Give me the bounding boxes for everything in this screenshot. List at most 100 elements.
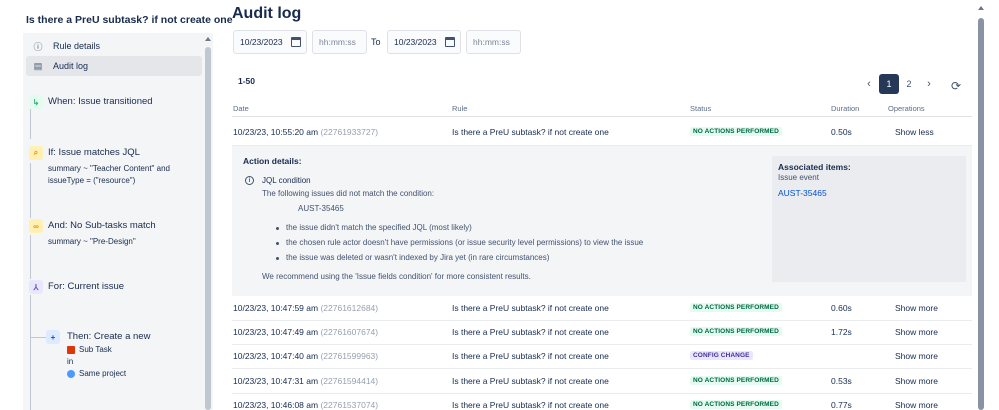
header-divider xyxy=(232,116,972,117)
action-title: Then: Create a new xyxy=(67,331,151,342)
table-row: 10/23/23, 10:55:20 am (22761933727) Is t… xyxy=(232,120,972,144)
flow-connector xyxy=(30,235,31,279)
row-date-text: 10/23/23, 10:55:20 am xyxy=(233,127,319,137)
status-badge: NO ACTIONS PERFORMED xyxy=(690,376,782,385)
search-icon: ⌕ xyxy=(29,146,43,160)
bullet-dot xyxy=(276,242,279,245)
sidebar-scroll-thumb[interactable] xyxy=(205,47,211,410)
row-id: (22761537074) xyxy=(320,400,379,410)
link-icon: ∞ xyxy=(29,219,43,233)
page-button-2[interactable]: 2 xyxy=(900,74,918,94)
refresh-icon[interactable]: ⟳ xyxy=(951,79,961,93)
condition-title: And: No Sub-tasks match xyxy=(48,220,156,231)
row-duration: 0.50s xyxy=(831,127,852,137)
bullet-dot xyxy=(276,257,279,260)
from-time-placeholder: hh:mm:ss xyxy=(319,37,356,47)
status-badge: NO ACTIONS PERFORMED xyxy=(690,303,782,312)
row-date: 10/23/23, 10:47:59 am (22761612684) xyxy=(233,303,378,313)
nav-audit-log[interactable]: ▤ Audit log xyxy=(26,56,202,76)
to-time-field[interactable]: hh:mm:ss xyxy=(466,30,521,54)
row-date: 10/23/23, 10:47:49 am (22761607674) xyxy=(233,327,378,337)
scroll-up-icon[interactable] xyxy=(205,37,211,41)
flow-connector xyxy=(30,295,31,410)
show-more-link[interactable]: Show more xyxy=(895,351,938,361)
condition-jql-line: issueType = ("resource") xyxy=(48,176,136,185)
document-icon: ▤ xyxy=(33,60,43,71)
result-range: 1-50 xyxy=(238,76,256,86)
from-date-field[interactable]: 10/23/2023 xyxy=(233,30,307,54)
column-header-operations: Operations xyxy=(888,104,925,113)
show-less-link[interactable]: Show less xyxy=(895,127,934,137)
audit-log-panel: Audit log 10/23/2023 hh:mm:ss To 10/23/2… xyxy=(232,0,972,410)
reason-item: the issue was deleted or wasn't indexed … xyxy=(286,253,550,262)
recommendation-text: We recommend using the 'Issue fields con… xyxy=(262,272,531,281)
trigger-title: When: Issue transitioned xyxy=(48,96,153,107)
action-details-panel: Action details: i JQL condition The foll… xyxy=(232,146,972,296)
page-scrollbar[interactable] xyxy=(977,0,987,410)
row-rule: Is there a PreU subtask? if not create o… xyxy=(452,303,609,313)
condition-title: If: Issue matches JQL xyxy=(48,147,140,158)
plus-icon: + xyxy=(46,330,60,344)
row-id: (22761612684) xyxy=(320,303,379,313)
action-project-label: Same project xyxy=(79,369,127,378)
page-scroll-thumb[interactable] xyxy=(978,18,984,410)
sidebar-scrollbar[interactable] xyxy=(203,33,213,410)
flow-connector xyxy=(30,109,31,139)
row-date-text: 10/23/23, 10:47:49 am xyxy=(233,327,319,337)
row-date-text: 10/23/23, 10:46:08 am xyxy=(233,400,319,410)
show-more-link[interactable]: Show more xyxy=(895,376,938,386)
row-id: (22761599963) xyxy=(320,351,379,361)
rule-sidebar: Is there a PreU subtask? if not create o… xyxy=(0,0,233,410)
action-project: Same project xyxy=(67,368,213,380)
to-date-field[interactable]: 10/23/2023 xyxy=(387,30,461,54)
calendar-icon[interactable] xyxy=(291,37,301,47)
row-date: 10/23/23, 10:47:40 am (22761599963) xyxy=(233,351,378,361)
column-header-rule: Rule xyxy=(452,104,468,113)
to-time-placeholder: hh:mm:ss xyxy=(473,37,510,47)
show-more-link[interactable]: Show more xyxy=(895,327,938,337)
associated-items-panel: Associated items: Issue event AUST-35465 xyxy=(772,156,966,282)
from-time-field[interactable]: hh:mm:ss xyxy=(312,30,367,54)
nav-rule-details[interactable]: ⓘ Rule details xyxy=(26,36,202,56)
calendar-icon[interactable] xyxy=(445,37,455,47)
row-date: 10/23/23, 10:55:20 am (22761933727) xyxy=(233,127,378,137)
row-id: (22761933727) xyxy=(320,127,379,137)
rule-title: Is there a PreU subtask? if not create o… xyxy=(26,14,233,26)
nav-rule-details-label: Rule details xyxy=(53,41,101,51)
row-date: 10/23/23, 10:47:31 am (22761594414) xyxy=(233,376,378,386)
column-header-date: Date xyxy=(233,104,249,113)
associated-issue-link[interactable]: AUST-35465 xyxy=(778,188,827,198)
unmatched-issue-key: AUST-35465 xyxy=(298,204,344,213)
row-duration: 0.53s xyxy=(831,376,852,386)
action-in-label: in xyxy=(67,357,74,366)
row-duration: 0.77s xyxy=(831,400,852,410)
table-row: 10/23/23, 10:47:31 am (22761594414) Is t… xyxy=(232,369,972,393)
to-date-value: 10/23/2023 xyxy=(394,37,437,47)
condition-name: JQL condition xyxy=(262,176,311,185)
nav-audit-log-label: Audit log xyxy=(53,61,89,71)
row-rule: Is there a PreU subtask? if not create o… xyxy=(452,376,609,386)
condition-subtask-line: summary ~ "Pre-Design" xyxy=(48,237,136,246)
row-date-text: 10/23/23, 10:47:31 am xyxy=(233,376,319,386)
details-heading: Action details: xyxy=(243,156,302,166)
branch-icon: ⅄ xyxy=(29,280,43,294)
reason-item: the chosen rule actor doesn't have permi… xyxy=(286,238,644,247)
table-row: 10/23/23, 10:47:49 am (22761607674) Is t… xyxy=(232,320,972,344)
bullet-dot xyxy=(276,227,279,230)
rule-outline: ⓘ Rule details ▤ Audit log ↳ When: Issue… xyxy=(23,33,213,410)
prev-page-button[interactable]: ‹ xyxy=(862,74,876,94)
condition-jql-line: summary ~ "Teacher Content" and xyxy=(48,164,170,173)
associated-items-subtitle: Issue event xyxy=(778,173,819,182)
row-id: (22761594414) xyxy=(320,376,379,386)
status-badge: NO ACTIONS PERFORMED xyxy=(690,327,782,336)
project-icon xyxy=(67,370,75,378)
status-badge: NO ACTIONS PERFORMED xyxy=(690,400,782,409)
row-id: (22761607674) xyxy=(320,327,379,337)
page-button-1[interactable]: 1 xyxy=(879,74,899,94)
scroll-up-icon[interactable] xyxy=(978,6,984,10)
row-date-text: 10/23/23, 10:47:40 am xyxy=(233,351,319,361)
next-page-button[interactable]: › xyxy=(922,74,936,94)
show-more-link[interactable]: Show more xyxy=(895,303,938,313)
status-badge: CONFIG CHANGE xyxy=(690,351,753,360)
show-more-link[interactable]: Show more xyxy=(895,400,938,410)
